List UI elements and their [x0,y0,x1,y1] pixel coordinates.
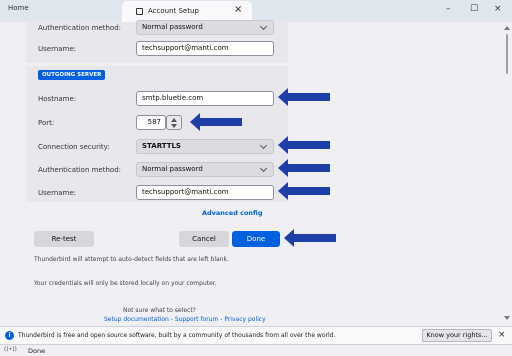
hostname-input[interactable]: smtp.bluetie.com [136,91,274,106]
outgoing-username-input[interactable]: techsupport@manti.com [136,185,274,200]
title-bar: Home Account Setup × – ☐ × [0,0,512,22]
status-bar: ((•)) Done [0,344,512,356]
tab-title: Account Setup [148,7,199,15]
connection-security-label: Connection security: [38,143,110,151]
setup-documentation-link[interactable]: Setup documentation [104,316,169,323]
notification-close-icon[interactable]: × [498,329,506,341]
auto-detect-note: Thunderbird will attempt to auto-detect … [34,256,229,263]
close-window-button[interactable]: × [494,4,502,14]
incoming-username-label: Username: [38,45,77,53]
notification-message: Thunderbird is free and open source soft… [18,332,336,339]
annotation-arrow-icon [278,136,330,154]
port-stepper[interactable] [166,115,182,130]
retest-button[interactable]: Re-test [34,231,94,247]
tab-close-icon[interactable]: × [234,5,242,15]
account-setup-icon [136,8,143,15]
done-button[interactable]: Done [232,231,280,247]
credentials-note: Your credentials will only be stored loc… [34,280,217,287]
annotation-arrow-icon [284,229,336,247]
privacy-policy-link[interactable]: Privacy policy [224,316,265,323]
outgoing-username-label: Username: [38,189,77,197]
advanced-config-link[interactable]: Advanced config [202,209,263,217]
chevron-down-icon [259,164,268,173]
tab-home[interactable]: Home [8,4,29,12]
connection-security-value: STARTTLS [142,142,181,150]
annotation-arrow-icon [278,182,330,200]
notification-bar: i Thunderbird is free and open source so… [0,326,512,344]
cancel-button[interactable]: Cancel [179,231,229,247]
outgoing-auth-select[interactable]: Normal password [136,162,274,177]
outgoing-server-badge: OUTGOING SERVER [38,70,106,80]
help-links: Setup documentation - Support forum - Pr… [104,316,266,323]
info-icon: i [5,331,14,340]
incoming-auth-select[interactable]: Normal password [136,20,274,35]
incoming-username-input[interactable]: techsupport@manti.com [136,41,274,56]
minimize-button[interactable]: – [446,4,451,14]
stepper-down-icon[interactable] [171,124,177,128]
port-label: Port: [38,119,55,127]
status-text: Done [28,347,46,355]
tab-account-setup[interactable]: Account Setup × [122,1,252,22]
annotation-arrow-icon [190,113,242,131]
help-question: Not sure what to select? [123,307,196,314]
scroll-up-icon[interactable] [504,26,510,30]
hostname-label: Hostname: [38,95,77,103]
support-forum-link[interactable]: Support forum [175,316,219,323]
maximize-button[interactable]: ☐ [470,4,478,14]
know-your-rights-button[interactable]: Know your rights... [422,329,492,342]
chevron-down-icon [259,22,268,31]
scroll-thumb[interactable] [506,34,508,74]
port-input[interactable]: 587 [136,115,166,130]
scroll-down-icon[interactable] [504,316,510,320]
outgoing-auth-label: Authentication method: [38,166,122,174]
annotation-arrow-icon [278,88,330,106]
outgoing-section [26,66,288,202]
stepper-up-icon[interactable] [171,118,177,122]
incoming-auth-value: Normal password [142,23,203,31]
connection-security-select[interactable]: STARTTLS [136,139,274,154]
incoming-auth-label: Authentication method: [38,24,122,32]
annotation-arrow-icon [278,159,330,177]
outgoing-auth-value: Normal password [142,165,203,173]
chevron-down-icon [259,141,268,150]
activity-icon: ((•)) [4,346,17,353]
